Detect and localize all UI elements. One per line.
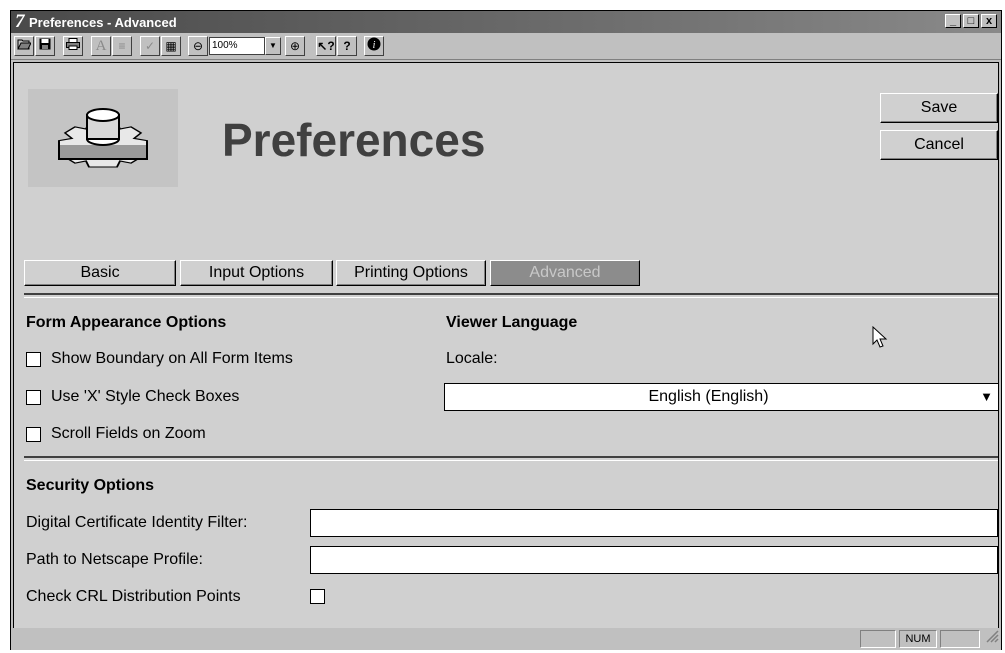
netscape-profile-label: Path to Netscape Profile: — [26, 551, 203, 568]
divider — [24, 293, 998, 298]
cert-filter-input[interactable] — [310, 509, 998, 537]
info-icon: i — [367, 37, 381, 54]
zoom-in-button[interactable]: ⊕ — [285, 36, 305, 56]
page-title: Preferences — [222, 114, 486, 166]
preferences-gear-icon — [28, 89, 178, 187]
crl-label: Check CRL Distribution Points — [26, 588, 241, 605]
zoom-in-icon: ⊕ — [289, 39, 301, 53]
chevron-down-icon[interactable]: ▼ — [980, 389, 993, 404]
svg-text:i: i — [373, 40, 376, 51]
justify-button[interactable]: ≡ — [112, 36, 132, 56]
scroll-fields-label: Scroll Fields on Zoom — [51, 425, 206, 442]
mouse-pointer-icon — [872, 325, 888, 355]
app-logo-icon: 7 — [15, 11, 25, 32]
open-icon — [17, 39, 32, 53]
spellcheck-icon: ✓ — [144, 39, 156, 53]
save-button[interactable] — [35, 36, 55, 56]
calculator-button[interactable]: ▦ — [161, 36, 181, 56]
zoom-out-button[interactable]: ⊖ — [188, 36, 208, 56]
zoom-select[interactable]: 100% — [209, 37, 265, 55]
status-panel — [940, 630, 980, 648]
security-options-heading: Security Options — [26, 477, 155, 494]
scroll-fields-checkbox[interactable] — [26, 427, 41, 442]
info-button[interactable]: i — [364, 36, 384, 56]
tab-printing-options[interactable]: Printing Options — [336, 260, 486, 286]
save-icon — [39, 38, 51, 53]
tab-advanced[interactable]: Advanced — [490, 260, 640, 286]
window-title: Preferences - Advanced — [29, 15, 177, 30]
status-bar: NUM — [11, 628, 1001, 650]
close-button[interactable]: x — [981, 14, 997, 28]
help-button[interactable]: ? — [337, 36, 357, 56]
zoom-out-icon: ⊖ — [192, 39, 204, 53]
crl-checkbox[interactable] — [310, 589, 325, 604]
calculator-icon: ▦ — [165, 39, 177, 53]
spellcheck-button[interactable]: ✓ — [140, 36, 160, 56]
tab-basic[interactable]: Basic — [24, 260, 176, 286]
x-style-checkbox[interactable] — [26, 390, 41, 405]
locale-value: English (English) — [648, 388, 769, 405]
title-bar[interactable]: 7 Preferences - Advanced _ □ x — [11, 11, 1001, 33]
maximize-button[interactable]: □ — [963, 14, 979, 28]
x-style-label: Use 'X' Style Check Boxes — [51, 388, 240, 405]
show-boundary-checkbox[interactable] — [26, 352, 41, 367]
open-button[interactable] — [14, 36, 34, 56]
whats-this-icon: ↖? — [317, 39, 335, 53]
toolbar: A ≡ ✓ ▦ ⊖ 100% ▼ ⊕ ↖? ? i — [11, 33, 1001, 60]
viewer-language-heading: Viewer Language — [446, 314, 578, 331]
cancel-button[interactable]: Cancel — [880, 130, 998, 160]
num-lock-indicator: NUM — [899, 630, 937, 648]
print-button[interactable] — [63, 36, 83, 56]
font-button[interactable]: A — [91, 36, 111, 56]
locale-select[interactable]: English (English) ▼ — [444, 383, 999, 411]
preferences-form: Preferences Save Cancel Basic Input Opti… — [13, 62, 999, 632]
preferences-window: 7 Preferences - Advanced _ □ x A ≡ ✓ ▦ ⊖… — [10, 10, 1002, 650]
print-icon — [66, 38, 80, 53]
locale-label: Locale: — [446, 350, 498, 367]
status-panel — [860, 630, 896, 648]
justify-icon: ≡ — [118, 39, 126, 53]
form-appearance-heading: Form Appearance Options — [26, 314, 227, 331]
minimize-button[interactable]: _ — [945, 14, 961, 28]
help-icon: ? — [343, 39, 351, 53]
cert-filter-label: Digital Certificate Identity Filter: — [26, 514, 248, 531]
save-button[interactable]: Save — [880, 93, 998, 123]
zoom-dropdown-arrow[interactable]: ▼ — [265, 37, 281, 55]
netscape-profile-input[interactable] — [310, 546, 998, 574]
whats-this-button[interactable]: ↖? — [316, 36, 336, 56]
font-icon: A — [95, 38, 107, 54]
tab-input-options[interactable]: Input Options — [180, 260, 333, 286]
divider — [24, 456, 998, 461]
resize-grip-icon[interactable] — [985, 629, 999, 648]
show-boundary-label: Show Boundary on All Form Items — [51, 350, 293, 367]
